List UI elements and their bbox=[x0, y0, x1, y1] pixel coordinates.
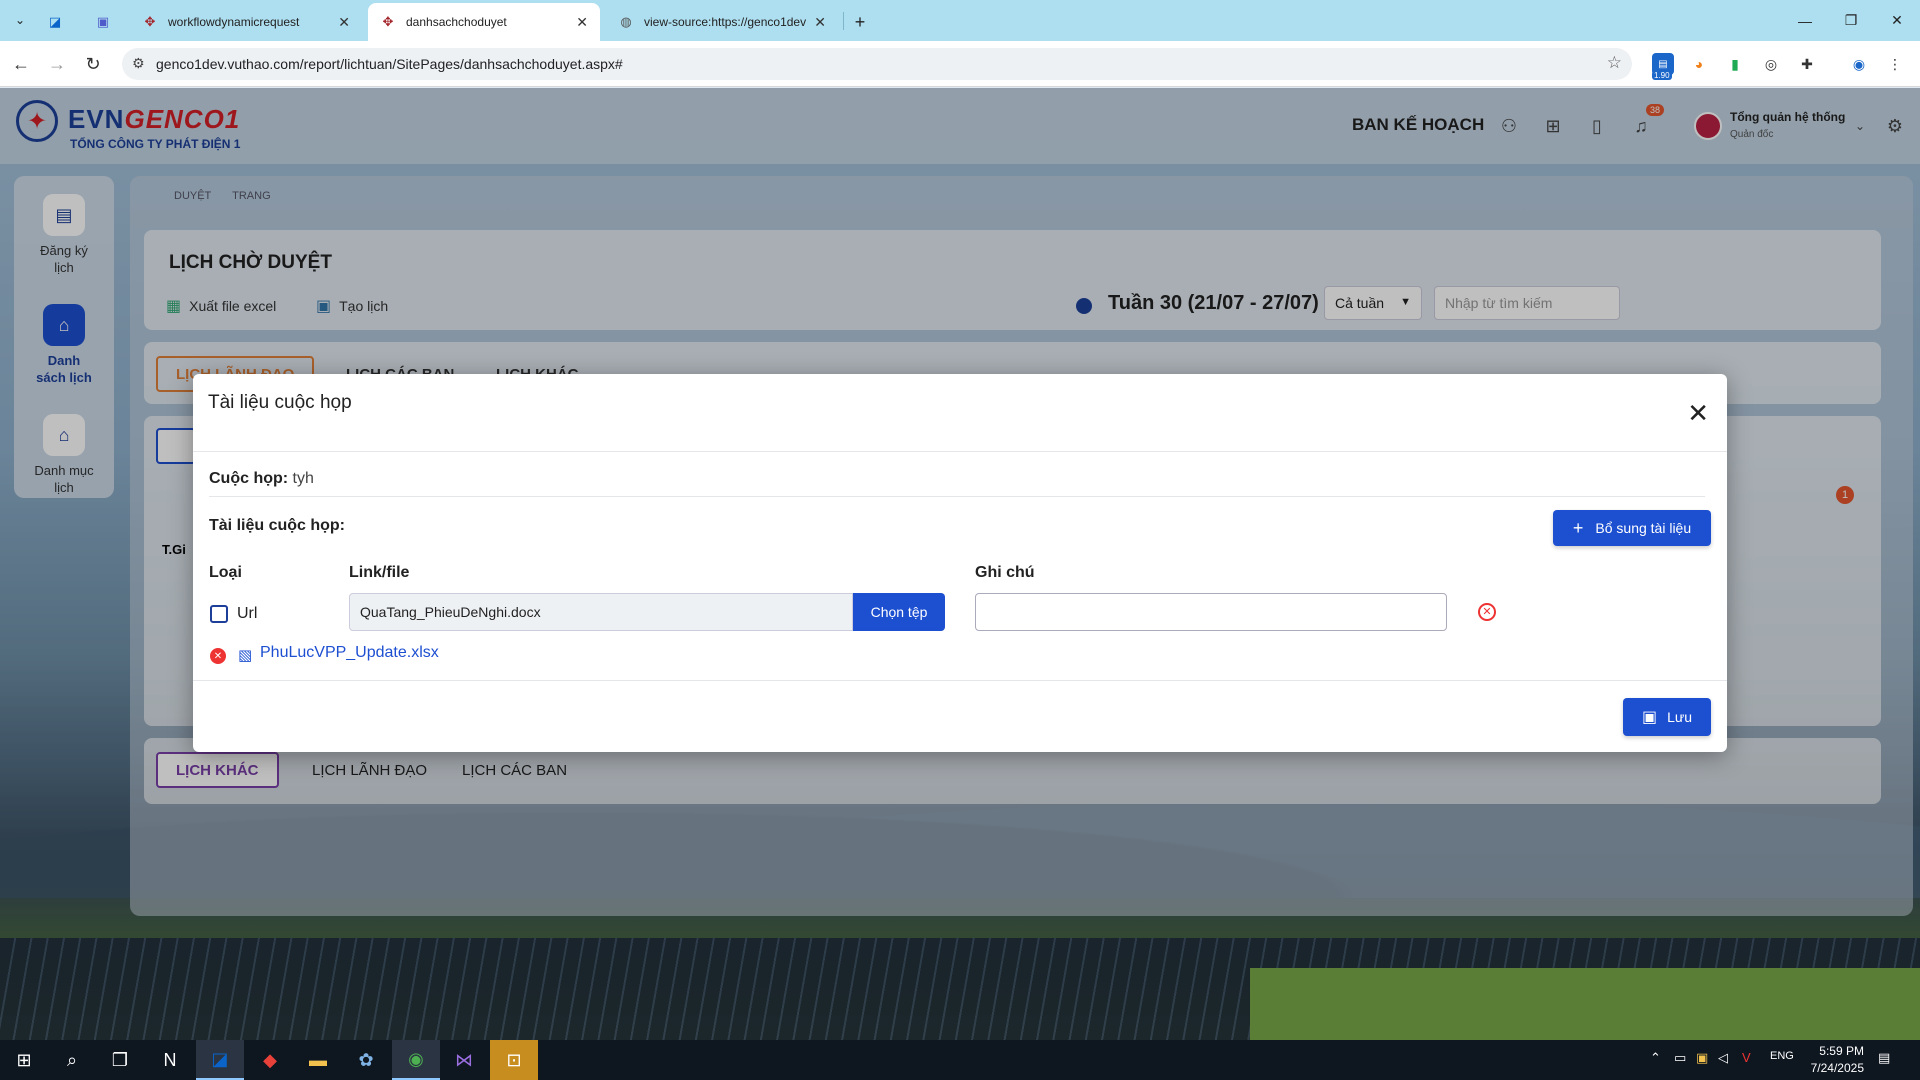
tab-title: view-source:https://genco1dev bbox=[644, 15, 807, 29]
close-tab-icon[interactable]: ✕ bbox=[576, 14, 588, 31]
tab-title: workflowdynamicrequest bbox=[168, 15, 300, 29]
volume-icon[interactable]: ◁ bbox=[1718, 1050, 1728, 1066]
meeting-value: tyh bbox=[292, 470, 314, 487]
floppy-disk-icon: ▣ bbox=[1641, 709, 1658, 726]
close-icon[interactable]: ✕ bbox=[1687, 400, 1709, 426]
search-icon[interactable]: ⌕ bbox=[48, 1040, 96, 1080]
modal-header-divider bbox=[193, 451, 1727, 452]
globe-icon: ◍ bbox=[620, 14, 632, 29]
url-checkbox-label[interactable]: Url bbox=[237, 605, 257, 623]
tab-view-source[interactable]: ◍ view-source:https://genco1dev ✕ bbox=[606, 3, 838, 41]
delete-file-icon[interactable]: ✕ bbox=[210, 648, 226, 664]
extension-badge: 1.90 bbox=[1652, 71, 1672, 80]
add-document-label: Bổ sung tài liệu bbox=[1595, 520, 1692, 536]
close-tab-icon[interactable]: ✕ bbox=[814, 14, 826, 31]
file-explorer-icon[interactable]: ▬ bbox=[294, 1040, 342, 1080]
visual-studio-icon[interactable]: ⋈ bbox=[440, 1040, 488, 1080]
clock-time: 5:59 PM bbox=[1819, 1044, 1864, 1058]
restore-icon[interactable]: ❐ bbox=[1828, 0, 1874, 41]
tab-search-button[interactable]: ⌄ bbox=[6, 8, 34, 32]
remove-row-icon[interactable]: ✕ bbox=[1478, 603, 1496, 621]
save-label: Lưu bbox=[1667, 709, 1693, 725]
notification-center-icon[interactable]: ▤ bbox=[1878, 1050, 1890, 1066]
column-type-header: Loại bbox=[209, 564, 242, 581]
meeting-label: Cuộc họp: bbox=[209, 470, 289, 487]
outlook-icon[interactable]: ◪ bbox=[196, 1040, 244, 1080]
address-bar: ← → ↻ ⚙ genco1dev.vuthao.com/report/lich… bbox=[0, 41, 1920, 87]
close-tab-icon[interactable]: ✕ bbox=[338, 14, 350, 31]
app-icon[interactable]: ◆ bbox=[246, 1040, 294, 1080]
tab-danhsachchoduyet[interactable]: ✥ danhsachchoduyet ✕ bbox=[368, 3, 600, 41]
url-checkbox[interactable] bbox=[210, 605, 228, 623]
chevron-down-icon: ⌄ bbox=[14, 13, 26, 27]
close-window-icon[interactable]: ✕ bbox=[1874, 0, 1920, 41]
bookmark-star-icon[interactable]: ☆ bbox=[1607, 53, 1622, 73]
tray-chevron-icon[interactable]: ⌃ bbox=[1650, 1050, 1661, 1066]
windows-taskbar: ⊞ ⌕ ❐ N ◪ ◆ ▬ ✿ ◉ ⋈ ⊡ ⌃ ▭ ▣ ◁ V ENG 5:59… bbox=[0, 1040, 1920, 1080]
notion-icon[interactable]: N bbox=[146, 1040, 194, 1080]
tab-teams[interactable]: ▣ bbox=[92, 3, 114, 41]
forward-icon[interactable]: → bbox=[42, 49, 72, 79]
column-link-header: Link/file bbox=[349, 564, 410, 581]
extension-icon[interactable]: ◕ bbox=[1688, 53, 1710, 75]
system-clock[interactable]: 5:59 PM 7/24/2025 bbox=[1800, 1043, 1864, 1077]
chrome-icon[interactable]: ◉ bbox=[392, 1040, 440, 1080]
vietkey-icon[interactable]: V bbox=[1742, 1050, 1751, 1065]
note-textarea[interactable] bbox=[975, 593, 1447, 631]
clock-date: 7/24/2025 bbox=[1810, 1061, 1864, 1075]
sharepoint-icon: ✥ bbox=[382, 14, 394, 29]
modal-title: Tài liệu cuộc họp bbox=[208, 392, 352, 413]
menu-dots-icon[interactable]: ⋮ bbox=[1884, 53, 1906, 75]
meeting-documents-modal: Tài liệu cuộc họp ✕ Cuộc họp: tyh Tài li… bbox=[193, 374, 1727, 752]
modal-footer-divider bbox=[193, 680, 1727, 681]
documents-label: Tài liệu cuộc họp: bbox=[209, 517, 346, 534]
bookmark-extension-icon[interactable]: ▮ bbox=[1724, 53, 1746, 75]
tab-outlook[interactable]: ◪ bbox=[44, 3, 66, 41]
windows-start-icon[interactable]: ⊞ bbox=[0, 1040, 48, 1080]
minimize-icon[interactable]: — bbox=[1782, 0, 1828, 41]
browser-tab-strip: ⌄ ◪ ▣ ✥ workflowdynamicrequest ✕ ✥ danhs… bbox=[0, 0, 1920, 41]
back-icon[interactable]: ← bbox=[6, 49, 36, 79]
language-indicator[interactable]: ENG bbox=[1770, 1050, 1794, 1062]
plus-icon: + bbox=[1572, 517, 1584, 538]
lock-app-icon[interactable]: ⊡ bbox=[490, 1040, 538, 1080]
site-info-icon[interactable]: ⚙ bbox=[132, 55, 145, 72]
network-app-icon[interactable]: ✿ bbox=[342, 1040, 390, 1080]
teams-icon: ▣ bbox=[96, 14, 110, 29]
tab-divider bbox=[843, 12, 844, 30]
task-view-icon[interactable]: ❐ bbox=[96, 1040, 144, 1080]
profile-icon[interactable]: ◉ bbox=[1848, 53, 1870, 75]
choose-file-button[interactable]: Chọn tệp bbox=[853, 593, 945, 631]
meeting-divider bbox=[209, 496, 1705, 497]
tab-title: danhsachchoduyet bbox=[406, 15, 507, 29]
url-field[interactable]: ⚙ genco1dev.vuthao.com/report/lichtuan/S… bbox=[122, 48, 1632, 80]
add-document-button[interactable]: + Bổ sung tài liệu bbox=[1553, 510, 1711, 546]
reload-icon[interactable]: ↻ bbox=[78, 49, 108, 79]
meeting-info: Cuộc họp: tyh bbox=[209, 470, 314, 488]
attached-file-link[interactable]: PhuLucVPP_Update.xlsx bbox=[260, 644, 439, 662]
save-button[interactable]: ▣ Lưu bbox=[1623, 698, 1711, 736]
lock-icon[interactable]: ▣ bbox=[1696, 1050, 1708, 1066]
column-note-header: Ghi chú bbox=[975, 564, 1035, 581]
tab-workflowdynamicrequest[interactable]: ✥ workflowdynamicrequest ✕ bbox=[130, 3, 362, 41]
file-name-field[interactable]: QuaTang_PhieuDeNghi.docx bbox=[349, 593, 853, 631]
network-icon[interactable]: ▭ bbox=[1674, 1050, 1686, 1066]
outlook-icon: ◪ bbox=[48, 14, 62, 29]
url-text: genco1dev.vuthao.com/report/lichtuan/Sit… bbox=[156, 56, 623, 72]
puzzle-icon[interactable]: ✚ bbox=[1796, 53, 1818, 75]
chrome-extension-icon[interactable]: ◎ bbox=[1760, 53, 1782, 75]
file-icon: ▧ bbox=[238, 647, 253, 664]
new-tab-button[interactable]: + bbox=[848, 3, 872, 41]
sharepoint-icon: ✥ bbox=[144, 14, 156, 29]
